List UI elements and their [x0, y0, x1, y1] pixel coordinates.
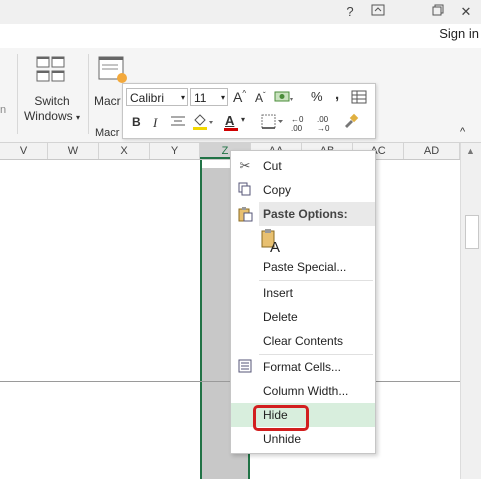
- grow-font-label: A: [233, 89, 243, 105]
- increase-decimal-button[interactable]: ←0 .00: [291, 115, 311, 133]
- column-header-w[interactable]: W: [48, 143, 99, 159]
- paste-options-label: Paste Options:: [263, 207, 348, 221]
- chevron-down-icon: ▾: [220, 93, 225, 102]
- sign-in-link[interactable]: Sign in: [439, 26, 479, 41]
- scrollbar-thumb[interactable]: [465, 215, 479, 249]
- column-header-ad[interactable]: AD: [404, 143, 460, 159]
- column-width-label: Column Width...: [263, 384, 349, 398]
- column-header-y[interactable]: Y: [150, 143, 200, 159]
- paste-special-label: Paste Special...: [263, 260, 347, 274]
- vertical-scrollbar[interactable]: ▲: [460, 143, 481, 479]
- ribbon-separator: [17, 54, 18, 134]
- insert-label: Insert: [263, 286, 294, 300]
- menu-item-format-cells[interactable]: Format Cells...: [231, 355, 375, 379]
- help-button[interactable]: ?: [340, 3, 360, 21]
- center-align-button[interactable]: [170, 115, 186, 134]
- font-name-value: Calibri: [130, 91, 165, 105]
- format-cells-icon: [237, 359, 253, 375]
- table-format-icon: [351, 90, 367, 104]
- shrink-font-button[interactable]: Aˇ: [255, 91, 266, 105]
- svg-text:A: A: [270, 239, 280, 254]
- ribbon-display-icon: [371, 4, 385, 16]
- font-size-value: 11: [194, 91, 207, 105]
- italic-button[interactable]: I: [153, 115, 157, 131]
- column-header-x[interactable]: X: [99, 143, 150, 159]
- borders-button[interactable]: [261, 114, 285, 135]
- ribbon-fragment-label: n: [0, 104, 7, 116]
- menu-item-paste-special[interactable]: Paste Special...: [231, 255, 375, 279]
- chevron-down-icon: ▾: [241, 115, 246, 124]
- macros-icon: [98, 56, 127, 83]
- ribbon-separator: [88, 54, 89, 134]
- menu-item-column-width[interactable]: Column Width...: [231, 379, 375, 403]
- menu-item-delete[interactable]: Delete: [231, 305, 375, 329]
- switch-windows-icon: [36, 56, 65, 82]
- decrease-decimal-button[interactable]: .00 →0: [317, 115, 337, 133]
- ribbon-display-options-button[interactable]: [368, 3, 388, 21]
- font-name-box[interactable]: Calibri ▾: [126, 88, 188, 106]
- cut-label: Cut: [263, 159, 282, 173]
- paste-keep-text-button[interactable]: A: [261, 228, 287, 256]
- fill-bucket-icon: [193, 114, 213, 130]
- switch-windows-label-1: Switch: [34, 94, 70, 108]
- macros-group-label: Macr: [95, 127, 120, 139]
- chevron-down-icon: ▾: [180, 93, 185, 102]
- paintbrush-icon: [345, 113, 359, 128]
- format-number-button[interactable]: [273, 88, 295, 111]
- format-painter-button[interactable]: [341, 112, 359, 135]
- grow-font-icon: ^: [242, 89, 247, 98]
- copy-icon: [237, 182, 253, 198]
- fill-color-button[interactable]: [191, 112, 215, 137]
- clear-contents-label: Clear Contents: [263, 334, 344, 348]
- font-color-swatch: [224, 128, 238, 131]
- font-color-label: A: [225, 113, 235, 128]
- menu-item-insert[interactable]: Insert: [231, 281, 375, 305]
- grow-font-button[interactable]: A^: [233, 89, 246, 105]
- currency-icon: [274, 91, 293, 102]
- font-size-box[interactable]: 11 ▾: [190, 88, 228, 106]
- highlight-ring: [253, 405, 309, 431]
- delete-label: Delete: [263, 310, 298, 324]
- percent-style-button[interactable]: %: [311, 89, 323, 104]
- column-header-v[interactable]: V: [0, 143, 48, 159]
- switch-windows-label-2: Windows ▾: [22, 109, 82, 123]
- menu-item-cut[interactable]: ✂ Cut: [231, 154, 375, 178]
- scroll-up-icon[interactable]: ▲: [466, 146, 475, 156]
- copy-label: Copy: [263, 183, 292, 197]
- restore-icon: [432, 4, 444, 16]
- title-bar: ? ✕: [0, 0, 481, 24]
- close-button[interactable]: ✕: [456, 3, 476, 21]
- mini-toolbar: Calibri ▾ 11 ▾ A^ Aˇ % , B I A ▾ ←0 .00 …: [122, 83, 376, 139]
- collapse-ribbon-button[interactable]: ^: [460, 126, 465, 138]
- menu-item-clear-contents[interactable]: Clear Contents: [231, 329, 375, 353]
- paste-text-icon: A: [261, 229, 280, 256]
- menu-item-copy[interactable]: Copy: [231, 178, 375, 202]
- shrink-font-label: A: [255, 91, 264, 105]
- macros-label: Macr: [94, 94, 121, 108]
- paste-options-header: Paste Options:: [259, 202, 375, 226]
- scissors-icon: ✂: [239, 158, 251, 173]
- shrink-font-icon: ˇ: [263, 91, 266, 100]
- comma-style-button[interactable]: ,: [335, 86, 339, 103]
- restore-button[interactable]: [428, 3, 448, 21]
- borders-icon: [261, 114, 283, 129]
- dropdown-arrow-icon: ▾: [76, 113, 81, 122]
- switch-windows-text: Windows: [23, 109, 73, 123]
- format-cells-label: Format Cells...: [263, 360, 342, 374]
- clipboard-icon: [237, 206, 253, 222]
- context-menu: ✂ Cut Copy Paste Options: A Paste Specia…: [230, 150, 376, 454]
- format-painter-table-button[interactable]: [351, 89, 367, 110]
- align-center-icon: [171, 116, 185, 126]
- switch-windows-button[interactable]: Switch Windows ▾: [22, 50, 82, 126]
- bold-button[interactable]: B: [132, 115, 141, 129]
